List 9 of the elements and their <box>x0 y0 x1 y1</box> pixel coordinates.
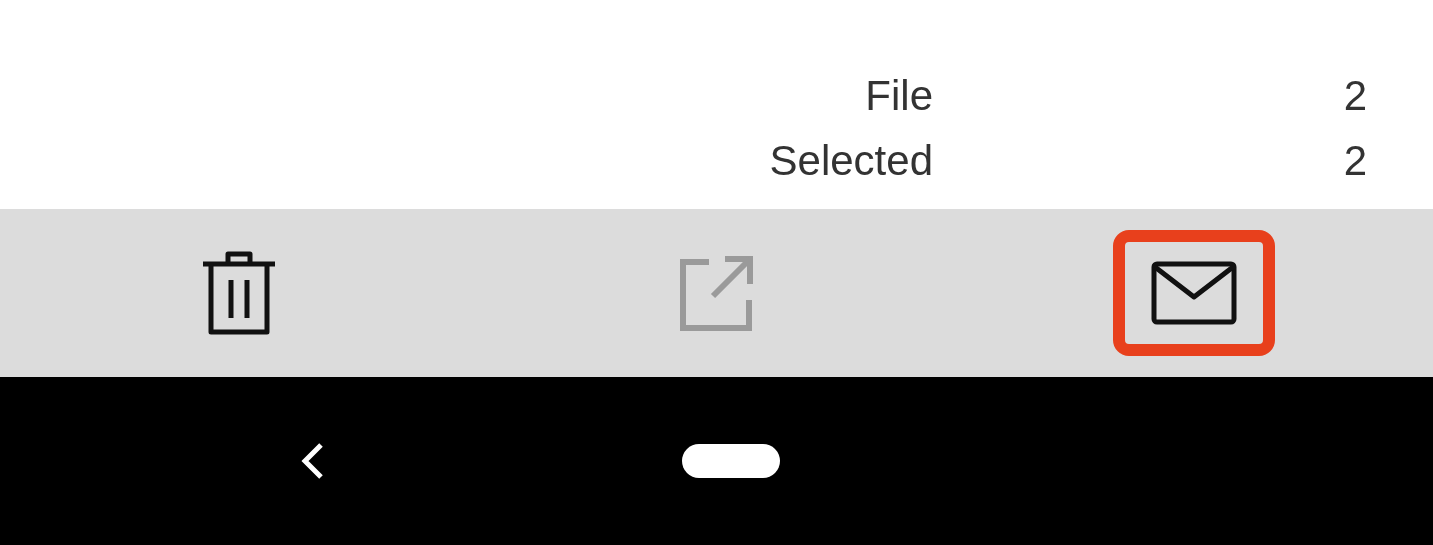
summary-label: File <box>864 71 933 121</box>
summary-value: 2 <box>1342 136 1367 186</box>
share-icon <box>677 254 756 332</box>
summary-value: 2 <box>1342 71 1367 121</box>
mail-button[interactable] <box>1113 230 1276 356</box>
mail-icon <box>1151 261 1238 325</box>
summary-label: Selected <box>768 136 933 186</box>
home-handle[interactable] <box>682 444 780 478</box>
back-icon[interactable] <box>299 442 325 480</box>
